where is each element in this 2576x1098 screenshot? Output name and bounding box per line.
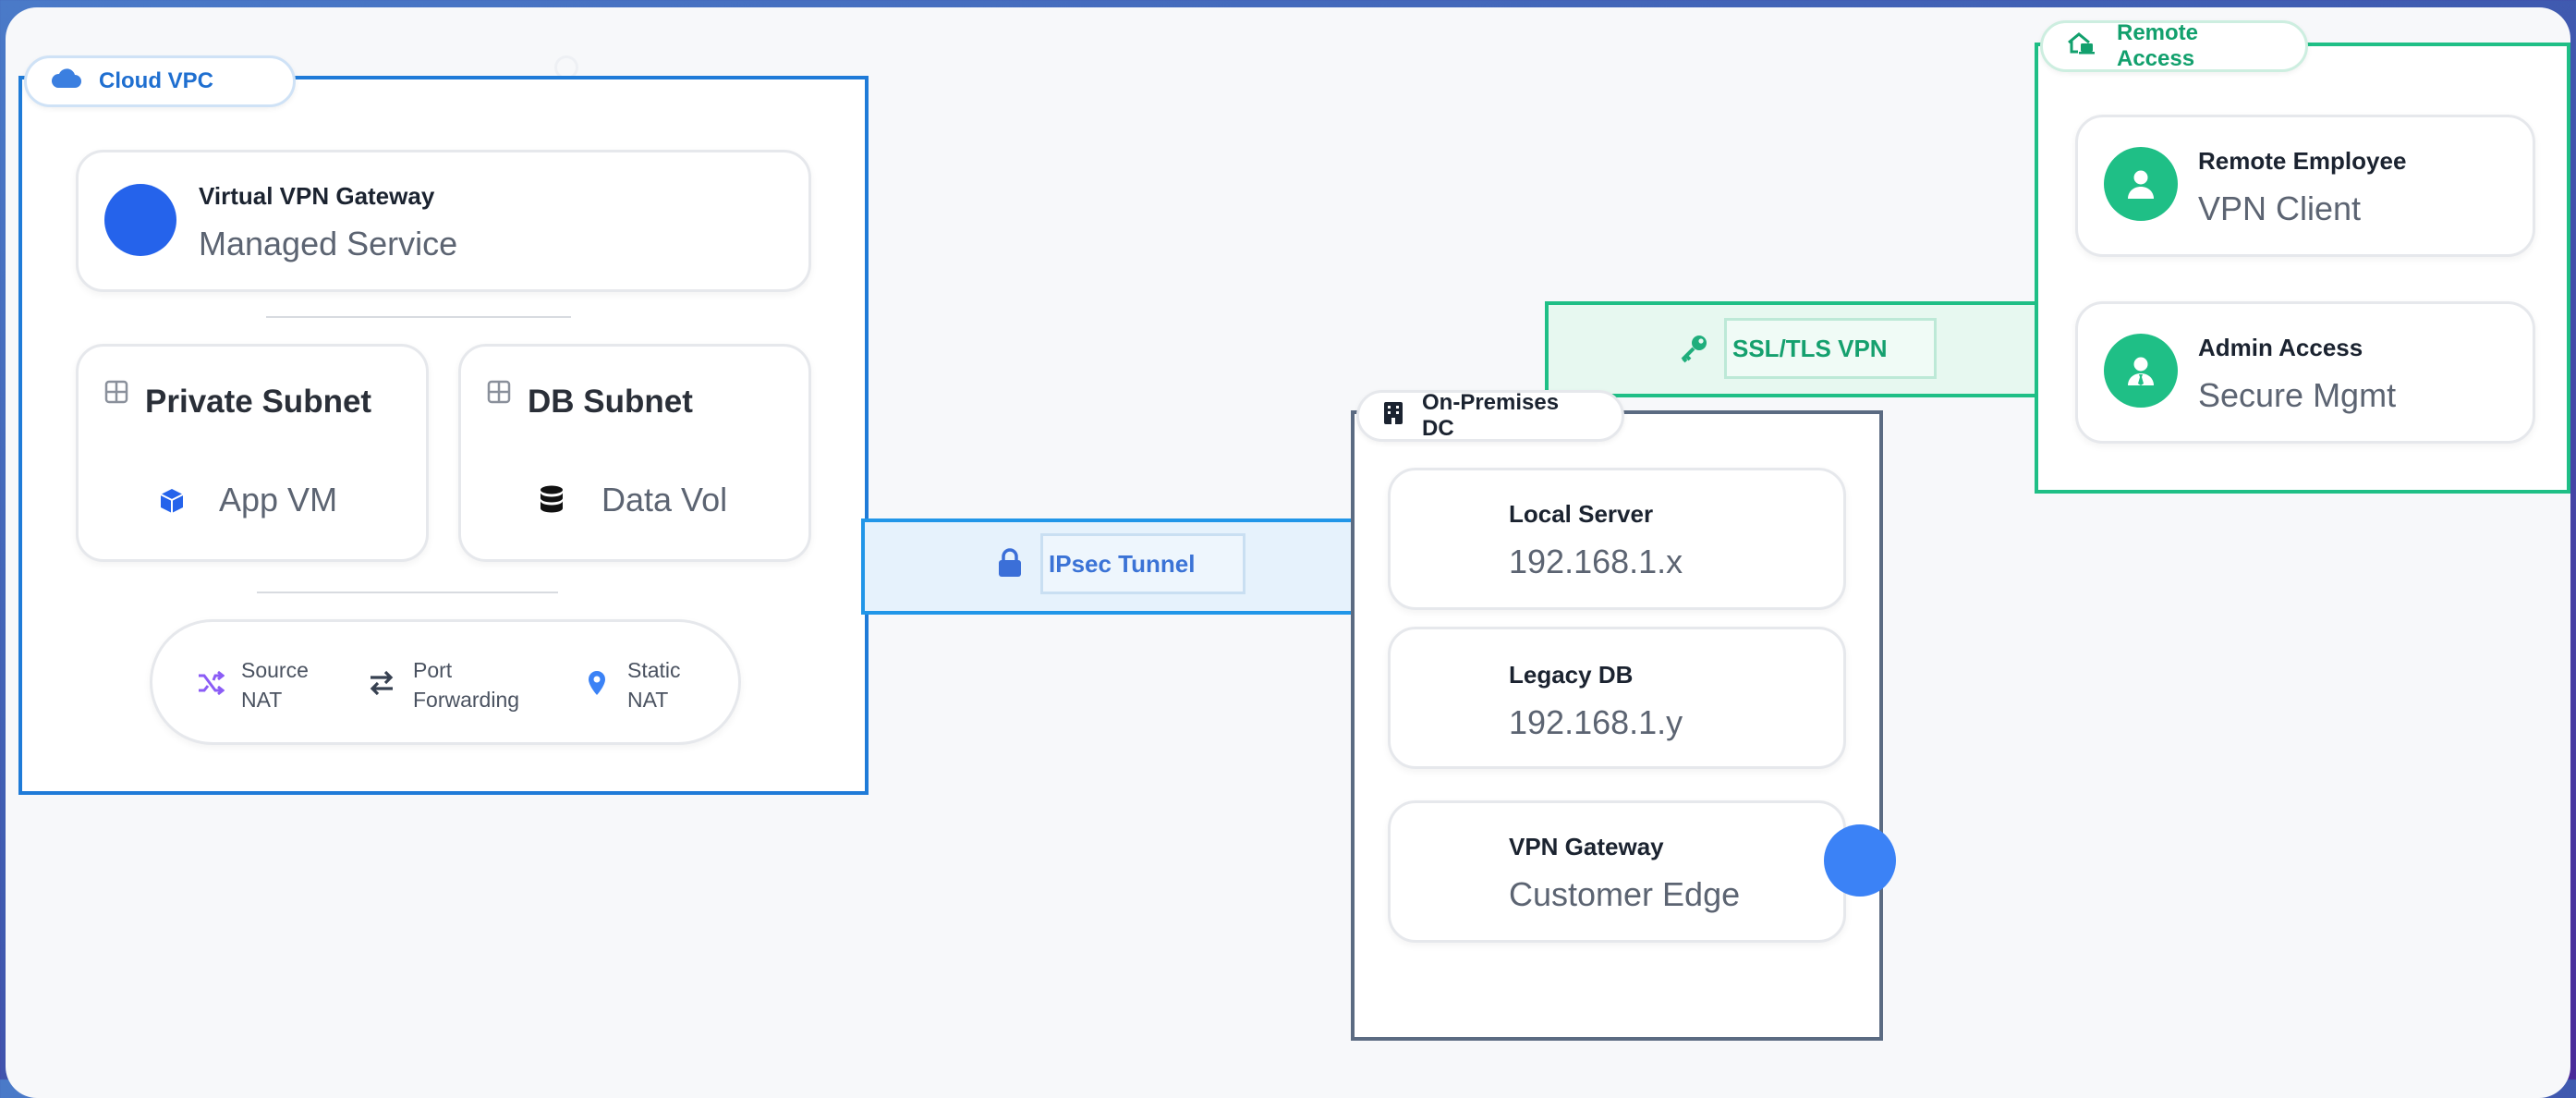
remote-access-label: Remote Access <box>2040 20 2308 72</box>
grid-icon <box>104 380 128 409</box>
nat-card: Source NAT Port Forwarding Static NAT <box>150 619 741 745</box>
remote-employee-subtitle: VPN Client <box>2198 189 2362 227</box>
db-subnet-item: Data Vol <box>601 481 728 518</box>
database-icon <box>539 485 565 519</box>
user-tie-icon <box>2104 334 2178 408</box>
remote-access-label-text: Remote Access <box>2117 20 2199 71</box>
legacy-db-title: Legacy DB <box>1509 661 1634 689</box>
legacy-db-subtitle: 192.168.1.y <box>1509 703 1683 741</box>
grid-icon <box>487 380 511 409</box>
nat-item-static[interactable]: Static NAT <box>587 655 681 714</box>
cube-icon <box>158 487 186 519</box>
cloud-icon <box>51 67 82 96</box>
nat-item-source[interactable]: Source NAT <box>197 655 309 714</box>
vpn-gateway-title: VPN Gateway <box>1509 833 1664 860</box>
shuffle-icon <box>197 670 225 701</box>
virtual-vpn-gateway-title: Virtual VPN Gateway <box>199 182 435 210</box>
nat-static-line1: Static <box>627 658 681 682</box>
db-subnet-card[interactable]: DB Subnet Data Vol <box>458 344 811 562</box>
admin-access-title: Admin Access <box>2198 334 2363 361</box>
user-icon <box>2104 147 2178 221</box>
map-pin-icon <box>587 670 607 701</box>
cloud-divider-top <box>266 316 571 318</box>
vpn-gateway-card[interactable]: VPN Gateway Customer Edge <box>1388 800 1846 943</box>
nat-source-line2: NAT <box>241 688 283 712</box>
home-laptop-icon <box>2067 31 2096 62</box>
gateway-dot-icon <box>104 184 176 256</box>
ssl-tls-label: SSL/TLS VPN <box>1724 318 1937 379</box>
private-subnet-card[interactable]: Private Subnet App VM <box>76 344 429 562</box>
admin-access-subtitle: Secure Mgmt <box>2198 376 2397 414</box>
nat-port-line1: Port <box>413 658 453 682</box>
nat-item-port-forwarding[interactable]: Port Forwarding <box>367 655 519 714</box>
ipsec-tunnel-label: IPsec Tunnel <box>1040 533 1245 594</box>
private-subnet-item: App VM <box>219 481 338 518</box>
admin-access-card[interactable]: Admin Access Secure Mgmt <box>2075 301 2535 444</box>
nat-static-line2: NAT <box>627 688 669 712</box>
key-icon <box>1678 333 1709 369</box>
db-subnet-title: DB Subnet <box>528 384 693 420</box>
local-server-card[interactable]: Local Server 192.168.1.x <box>1388 468 1846 610</box>
diagram-canvas: Cloud VPC Virtual VPN Gateway Managed Se… <box>6 7 2570 1098</box>
lock-icon <box>996 547 1024 583</box>
virtual-vpn-gateway-card[interactable]: Virtual VPN Gateway Managed Service <box>76 150 811 292</box>
vpn-gateway-subtitle: Customer Edge <box>1509 875 1741 913</box>
private-subnet-title: Private Subnet <box>145 384 372 420</box>
local-server-subtitle: 192.168.1.x <box>1509 543 1683 580</box>
cloud-divider-bottom <box>257 592 558 593</box>
cloud-vpc-label: Cloud VPC <box>24 55 296 107</box>
virtual-vpn-gateway-subtitle: Managed Service <box>199 225 458 262</box>
swap-arrows-icon <box>367 669 396 702</box>
remote-employee-title: Remote Employee <box>2198 147 2407 175</box>
local-server-title: Local Server <box>1509 500 1654 528</box>
on-premises-dc-label-text: On-Premises DC <box>1422 390 1560 441</box>
nat-source-line1: Source <box>241 658 309 682</box>
remote-employee-card[interactable]: Remote Employee VPN Client <box>2075 115 2535 257</box>
cloud-vpc-label-text: Cloud VPC <box>99 68 213 93</box>
on-premises-dc-label: On-Premises DC <box>1356 390 1624 442</box>
building-icon <box>1383 401 1403 432</box>
legacy-db-card[interactable]: Legacy DB 192.168.1.y <box>1388 627 1846 769</box>
nat-port-line2: Forwarding <box>413 688 520 712</box>
customer-edge-dot-icon <box>1824 824 1896 897</box>
